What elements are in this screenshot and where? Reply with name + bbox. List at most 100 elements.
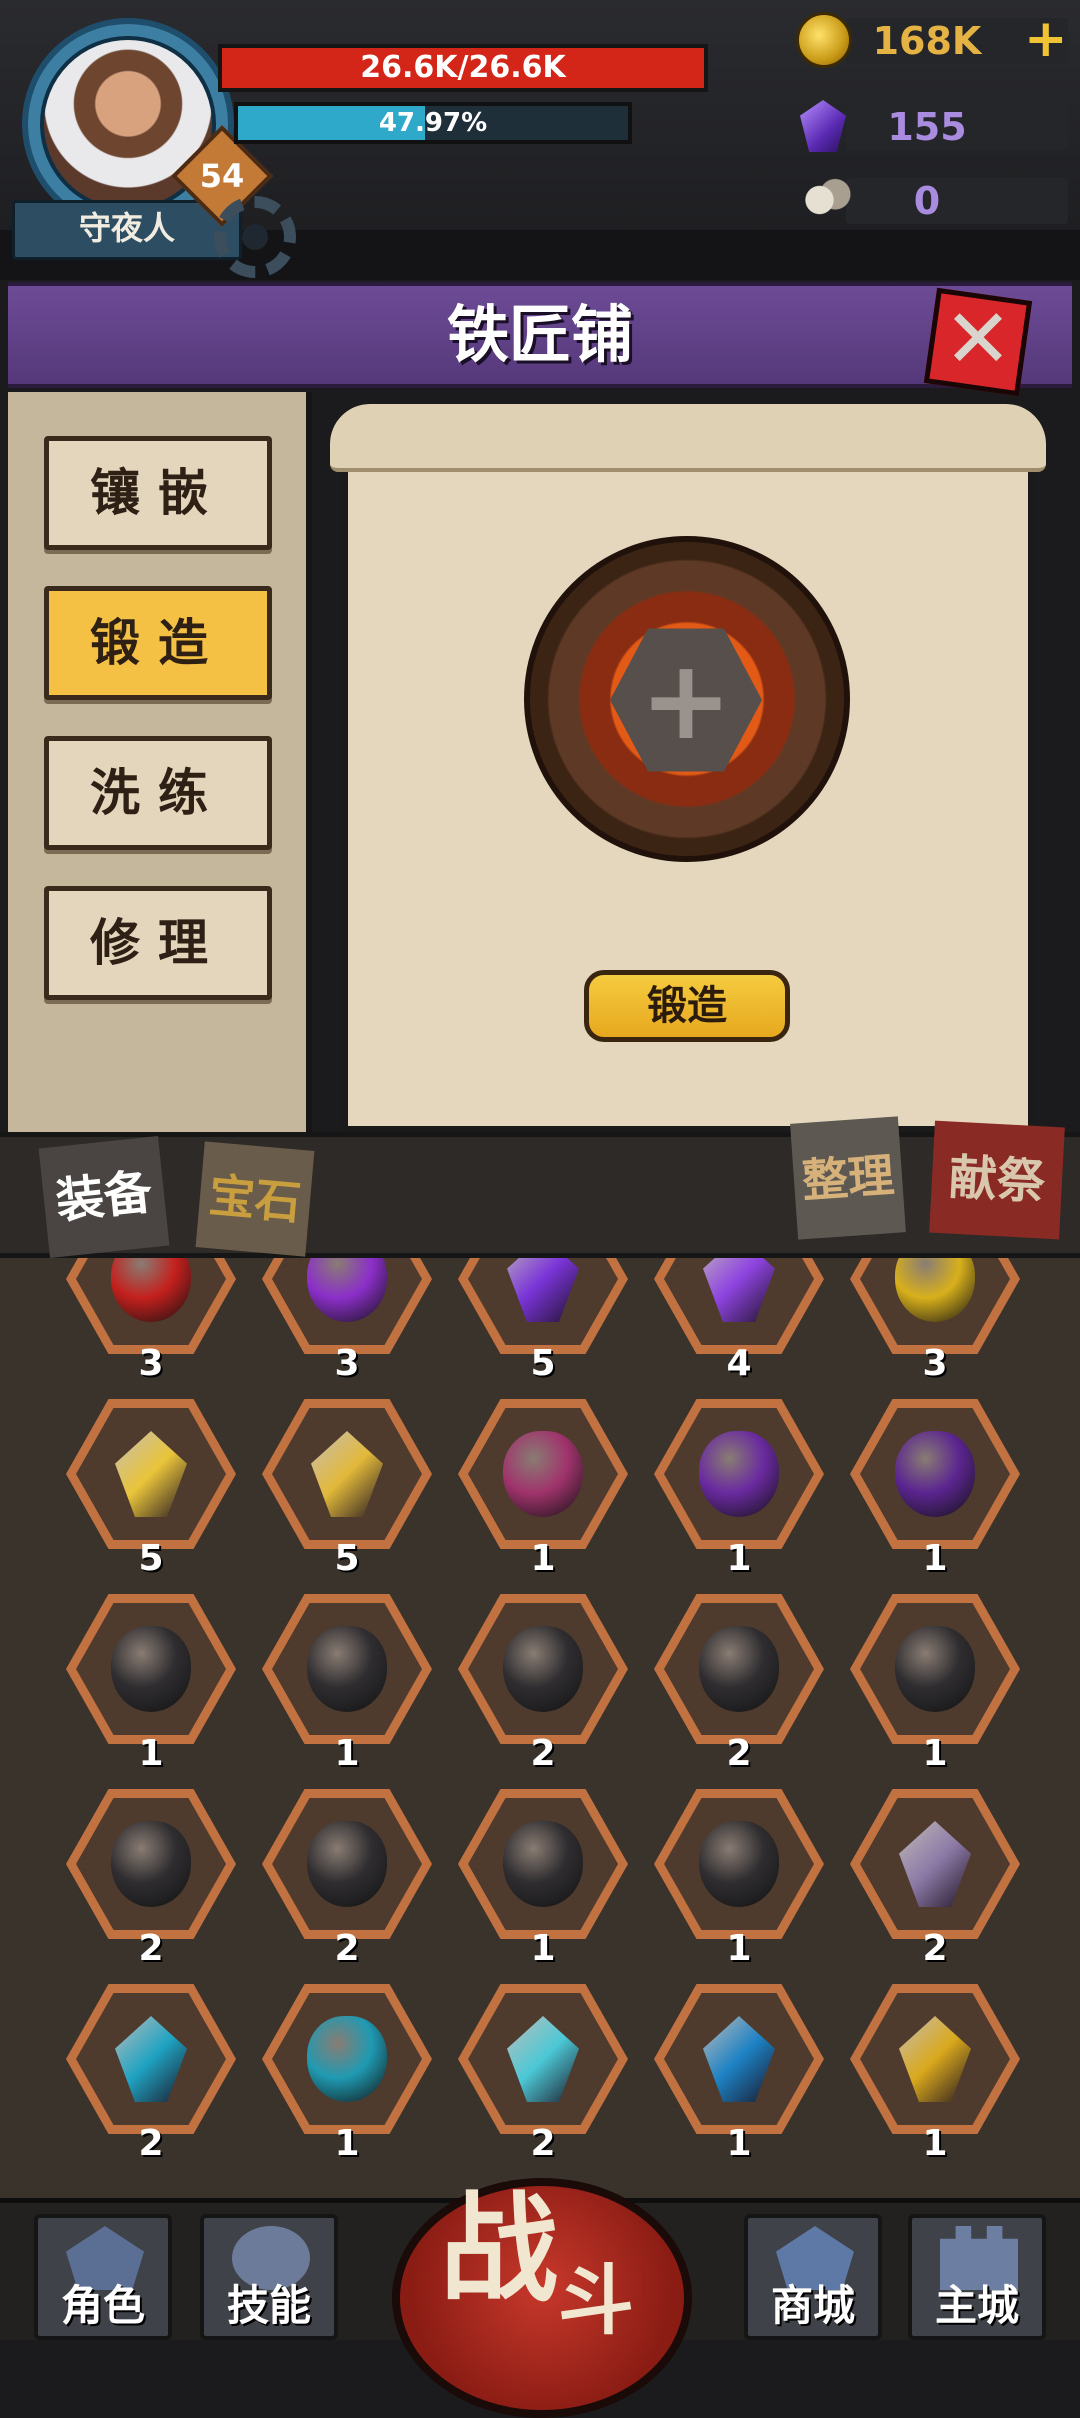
battle-label-b[interactable]: 斗 (558, 2256, 634, 2346)
black-rune-stone-icon (111, 1626, 191, 1712)
xp-bar: 47.97% (234, 102, 632, 144)
inventory-slot[interactable]: 2 (850, 1789, 1020, 1969)
battle-label-a[interactable]: 战 (440, 2184, 558, 2314)
skull-counter: 0 (790, 172, 1070, 228)
purple-swirl-rune-icon (699, 1431, 779, 1517)
inventory-slot[interactable]: 2 (458, 1984, 628, 2164)
black-glyph-rune-icon (307, 1821, 387, 1907)
item-count: 2 (922, 1928, 948, 1969)
black-glyph-rune-icon (111, 1821, 191, 1907)
item-count: 3 (138, 1343, 164, 1384)
hp-bar: 26.6K/26.6K (218, 44, 708, 92)
inventory-slot[interactable]: 1 (850, 1594, 1020, 1774)
inventory-slot[interactable]: 5 (458, 1258, 628, 1384)
nav-city[interactable]: 主城 (908, 2214, 1046, 2340)
side-tab-0[interactable]: 镶嵌 (44, 436, 272, 550)
item-count: 1 (138, 1733, 164, 1774)
inventory-slot[interactable]: 1 (654, 1399, 824, 1579)
magenta-rune-stone-icon (503, 1431, 583, 1517)
black-spiral-rune-icon (699, 1626, 779, 1712)
inventory-grid[interactable]: 3 3 5 4 3 5 5 1 1 1 1 1 2 2 1 2 2 1 1 2 2 1 2 1 1 (0, 1258, 1080, 2198)
item-count: 1 (922, 1538, 948, 1579)
purple-gem-icon (800, 100, 846, 152)
inventory-slot[interactable]: 2 (458, 1594, 628, 1774)
sort-button[interactable]: 整理 (790, 1116, 906, 1240)
nav-shop-label: 商城 (770, 2281, 855, 2330)
forge-button[interactable]: 锻造 (584, 970, 790, 1042)
purple-glyph-rune-icon (895, 1431, 975, 1517)
item-count: 1 (530, 1538, 556, 1579)
item-count: 1 (922, 2123, 948, 2164)
nav-city-label: 主城 (934, 2281, 1019, 2330)
item-count: 1 (726, 2123, 752, 2164)
item-count: 1 (726, 1928, 752, 1969)
gold-counter: 168K + (790, 12, 1070, 68)
black-eye-rune-icon (895, 1626, 975, 1712)
inventory-slot[interactable]: 1 (654, 1789, 824, 1969)
item-count: 5 (334, 1538, 360, 1579)
nav-skills-label: 技能 (226, 2281, 311, 2330)
inventory-slot[interactable]: 2 (262, 1789, 432, 1969)
scroll-header-decoration (330, 404, 1046, 472)
gem-counter: 155 (790, 98, 1070, 154)
item-count: 5 (530, 1343, 556, 1384)
add-gold-button[interactable]: + (1024, 13, 1068, 65)
item-count: 4 (726, 1343, 752, 1384)
item-count: 2 (530, 2123, 556, 2164)
inventory-slot[interactable]: 1 (262, 1984, 432, 2164)
black-wave-rune-icon (699, 1821, 779, 1907)
item-count: 2 (334, 1928, 360, 1969)
title-bar: 铁匠铺 (8, 282, 1072, 388)
inventory-slot[interactable]: 1 (850, 1984, 1020, 2164)
item-count: 3 (922, 1343, 948, 1384)
cyan-orb-icon (307, 2016, 387, 2102)
inventory-slot[interactable]: 1 (654, 1984, 824, 2164)
gem-value: 155 (887, 105, 967, 149)
inventory-slot[interactable]: 2 (654, 1594, 824, 1774)
gold-value: 168K (872, 19, 982, 63)
page-title: 铁匠铺 (446, 298, 633, 371)
inventory-slot[interactable]: 4 (654, 1258, 824, 1384)
tab-gems[interactable]: 宝石 (195, 1141, 315, 1257)
inventory-slot[interactable]: 3 (850, 1258, 1020, 1384)
item-count: 3 (334, 1343, 360, 1384)
black-glyph-rune-icon (503, 1821, 583, 1907)
nav-character-label: 角色 (60, 2281, 145, 2330)
add-item-icon[interactable]: + (610, 624, 762, 776)
offering-button[interactable]: 献祭 (929, 1120, 1065, 1240)
item-count: 1 (530, 1928, 556, 1969)
inventory-slot[interactable]: 1 (262, 1594, 432, 1774)
item-count: 1 (922, 1733, 948, 1774)
inventory-slot[interactable]: 5 (262, 1399, 432, 1579)
nav-skills[interactable]: 技能 (200, 2214, 338, 2340)
inventory-slot[interactable]: 2 (66, 1984, 236, 2164)
item-count: 2 (138, 2123, 164, 2164)
gold-coin-icon (796, 12, 852, 68)
item-count: 1 (334, 2123, 360, 2164)
item-count: 1 (334, 1733, 360, 1774)
inventory-slot[interactable]: 2 (66, 1789, 236, 1969)
tab-equipment[interactable]: 装备 (38, 1136, 170, 1258)
close-icon[interactable]: ✕ (930, 294, 1026, 390)
black-fishbone-rune-icon (503, 1626, 583, 1712)
inventory-slot[interactable]: 3 (66, 1258, 236, 1384)
xp-percent: 47.97% (378, 108, 488, 138)
gear-icon[interactable] (214, 196, 296, 278)
nav-shop[interactable]: 商城 (744, 2214, 882, 2340)
inventory-slot[interactable]: 1 (850, 1399, 1020, 1579)
side-tab-2[interactable]: 洗练 (44, 736, 272, 850)
inventory-slot[interactable]: 1 (458, 1399, 628, 1579)
inventory-slot[interactable]: 1 (66, 1594, 236, 1774)
inventory-slot[interactable]: 5 (66, 1399, 236, 1579)
side-tab-1[interactable]: 锻造 (44, 586, 272, 700)
nav-character[interactable]: 角色 (34, 2214, 172, 2340)
item-count: 1 (726, 1538, 752, 1579)
item-count: 2 (726, 1733, 752, 1774)
side-tab-3[interactable]: 修理 (44, 886, 272, 1000)
black-rune-stone-icon (307, 1626, 387, 1712)
inventory-slot[interactable]: 3 (262, 1258, 432, 1384)
ram-skull-icon (796, 176, 852, 224)
item-count: 2 (530, 1733, 556, 1774)
inventory-slot[interactable]: 1 (458, 1789, 628, 1969)
skull-value: 0 (913, 179, 941, 223)
